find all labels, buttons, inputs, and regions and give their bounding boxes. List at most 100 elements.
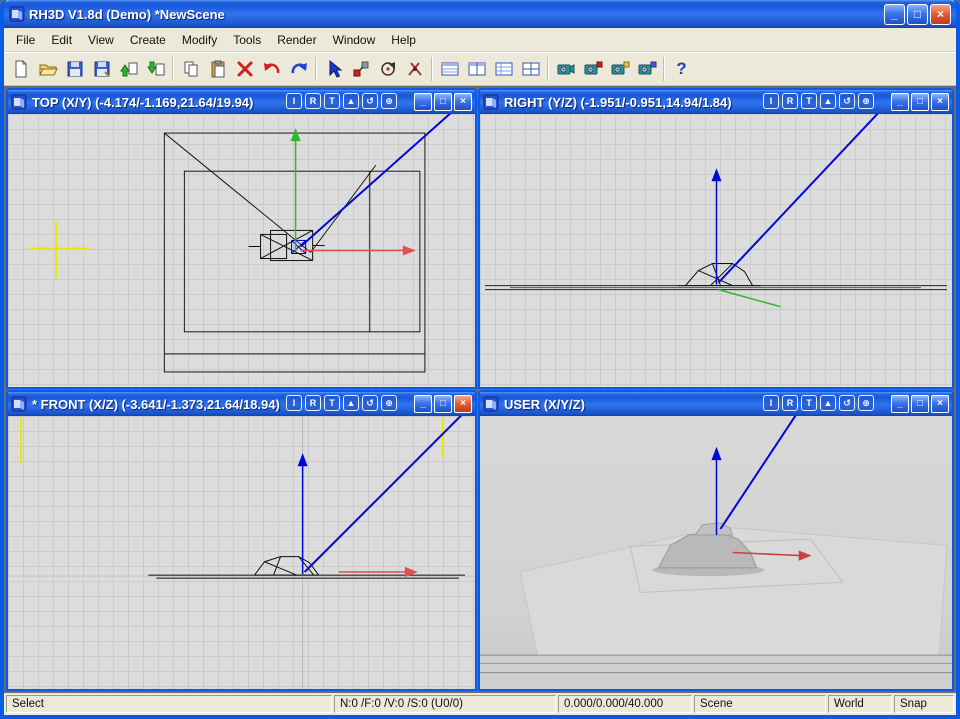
vp-tool-orbit-icon[interactable]: ↺ [839,93,855,109]
menu-window[interactable]: Window [325,30,384,50]
import-button[interactable] [115,55,142,82]
vp-tool-t[interactable]: T [801,93,817,109]
rotate-tool-button[interactable] [374,55,401,82]
viewport-right: RIGHT (Y/Z) (-1.951/-0.951,14.94/1.84) I… [478,88,954,389]
menu-edit[interactable]: Edit [43,30,80,50]
save-as-button[interactable] [88,55,115,82]
vp-minimize-button[interactable]: _ [891,93,909,111]
vp-close-button[interactable]: × [931,93,949,111]
title-bar[interactable]: RH3D V1.8d (Demo) *NewScene _ □ × [4,0,956,28]
vp-tool-r[interactable]: R [305,93,321,109]
vp-tool-pan-icon[interactable]: ⊕ [858,395,874,411]
toolbar-separator [547,57,549,81]
open-button[interactable] [34,55,61,82]
vp-tool-orbit-icon[interactable]: ↺ [839,395,855,411]
viewport-top-canvas[interactable] [8,114,475,387]
app-icon [9,6,25,22]
vp-close-button[interactable]: × [454,93,472,111]
viewport-right-titlebar[interactable]: RIGHT (Y/Z) (-1.951/-0.951,14.94/1.84) I… [480,90,952,114]
vp-maximize-button[interactable]: □ [434,395,452,413]
viewport-user-canvas[interactable] [480,416,952,689]
paste-button[interactable] [204,55,231,82]
vp-minimize-button[interactable]: _ [891,395,909,413]
vp-tool-orbit-icon[interactable]: ↺ [362,395,378,411]
vp-tool-i[interactable]: I [763,93,779,109]
export-button[interactable] [142,55,169,82]
vp-minimize-button[interactable]: _ [414,93,432,111]
render-camera-2-button[interactable] [579,55,606,82]
undo-icon [262,59,282,79]
viewport-user-titlebar[interactable]: USER (X/Y/Z) I R T ▲ ↺ ⊕ _ □ × [480,392,952,416]
menu-create[interactable]: Create [122,30,174,50]
vp-maximize-button[interactable]: □ [434,93,452,111]
render-camera-4-button[interactable] [633,55,660,82]
vp-tool-a[interactable]: ▲ [343,93,359,109]
delete-button[interactable] [231,55,258,82]
redo-button[interactable] [285,55,312,82]
vp-close-button[interactable]: × [931,395,949,413]
vp-tool-i[interactable]: I [763,395,779,411]
status-world[interactable]: World [828,695,892,713]
new-file-button[interactable] [7,55,34,82]
viewport-top-titlebar[interactable]: TOP (X/Y) (-4.174/-1.169,21.64/19.94) I … [8,90,475,114]
vp-tool-pan-icon[interactable]: ⊕ [381,93,397,109]
layout-list-icon [440,59,460,79]
layout-list-button[interactable] [436,55,463,82]
maximize-button[interactable]: □ [907,4,928,25]
vp-maximize-button[interactable]: □ [911,395,929,413]
menu-render[interactable]: Render [269,30,324,50]
minimize-button[interactable]: _ [884,4,905,25]
vp-tool-t[interactable]: T [324,395,340,411]
link-tool-button[interactable] [347,55,374,82]
viewport-front: * FRONT (X/Z) (-3.641/-1.373,21.64/18.94… [6,390,477,691]
link-tool-icon [351,59,371,79]
vp-maximize-button[interactable]: □ [911,93,929,111]
save-button[interactable] [61,55,88,82]
vp-tool-a[interactable]: ▲ [820,395,836,411]
menu-file[interactable]: File [8,30,43,50]
menu-tools[interactable]: Tools [225,30,269,50]
save-as-icon [92,59,112,79]
vp-tool-pan-icon[interactable]: ⊕ [381,395,397,411]
undo-button[interactable] [258,55,285,82]
viewport-window-controls: _ □ × [891,395,949,413]
vp-tool-pan-icon[interactable]: ⊕ [858,93,874,109]
delete-icon [235,59,255,79]
menu-help[interactable]: Help [383,30,424,50]
vp-tool-orbit-icon[interactable]: ↺ [362,93,378,109]
viewport-front-canvas[interactable] [8,416,475,689]
vp-tool-t[interactable]: T [801,395,817,411]
redo-icon [289,59,309,79]
menu-view[interactable]: View [80,30,122,50]
vp-minimize-button[interactable]: _ [414,395,432,413]
menu-modify[interactable]: Modify [174,30,225,50]
render-camera-3-button[interactable] [606,55,633,82]
render-camera-1-button[interactable] [552,55,579,82]
viewport-top-title: TOP (X/Y) (-4.174/-1.169,21.64/19.94) [32,95,471,110]
layout-rows-button[interactable] [490,55,517,82]
layout-split-button[interactable] [463,55,490,82]
status-snap[interactable]: Snap [894,695,954,713]
vp-tool-r[interactable]: R [305,395,321,411]
toolbar-separator [663,57,665,81]
help-button[interactable]: ? [668,55,695,82]
select-button[interactable] [320,55,347,82]
vp-tool-a[interactable]: ▲ [343,395,359,411]
vp-close-button[interactable]: × [454,395,472,413]
viewport-front-titlebar[interactable]: * FRONT (X/Z) (-3.641/-1.373,21.64/18.94… [8,392,475,416]
close-button[interactable]: × [930,4,951,25]
layout-quad-button[interactable] [517,55,544,82]
break-tool-button[interactable] [401,55,428,82]
copy-button[interactable] [177,55,204,82]
mdi-area: TOP (X/Y) (-4.174/-1.169,21.64/19.94) I … [4,86,956,693]
vp-tool-r[interactable]: R [782,93,798,109]
viewport-right-canvas[interactable] [480,114,952,387]
vp-tool-a[interactable]: ▲ [820,93,836,109]
vp-tool-r[interactable]: R [782,395,798,411]
vp-tool-t[interactable]: T [324,93,340,109]
status-scene[interactable]: Scene [694,695,826,713]
help-icon: ? [676,59,686,79]
vp-tool-i[interactable]: I [286,395,302,411]
vp-tool-i[interactable]: I [286,93,302,109]
render-camera-icon [556,59,576,79]
